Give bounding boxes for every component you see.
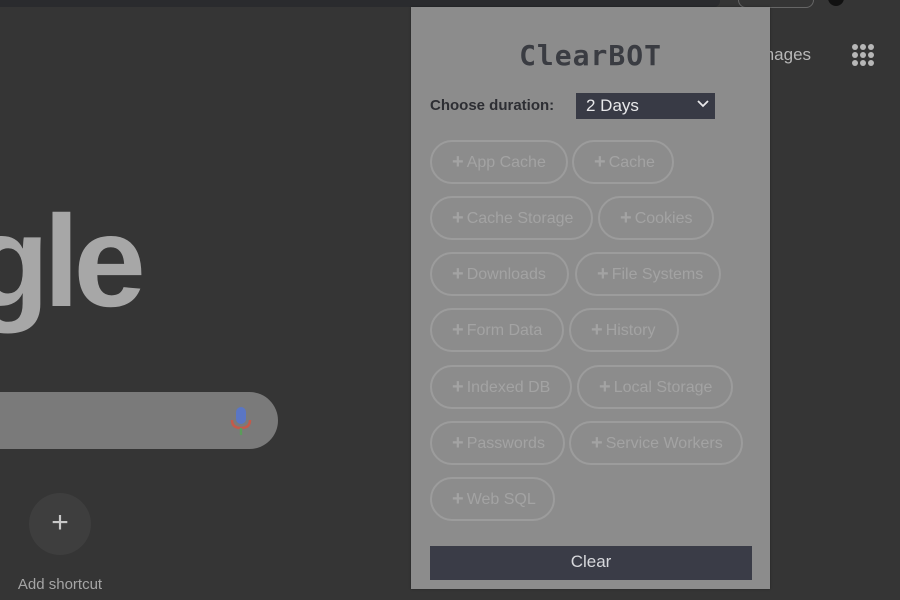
option-label: Cookies — [634, 210, 693, 227]
plus-icon: + — [452, 207, 464, 229]
option-cache[interactable]: + Cache — [572, 140, 674, 184]
plus-icon: + — [452, 432, 464, 454]
option-label: Service Workers — [605, 435, 723, 452]
option-local-storage[interactable]: + Local Storage — [577, 365, 733, 409]
plus-icon: + — [599, 376, 611, 398]
browser-top-strip — [0, 0, 720, 7]
option-form-data[interactable]: + Form Data — [430, 308, 564, 352]
clearbot-popup: ClearBOT Choose duration: 2 Days + App Ca… — [411, 7, 770, 589]
option-history[interactable]: + History — [569, 308, 679, 352]
option-label: Cache Storage — [466, 210, 574, 227]
option-label: App Cache — [466, 154, 546, 171]
plus-icon: + — [597, 263, 609, 285]
option-file-systems[interactable]: + File Systems — [575, 252, 721, 296]
option-label: Form Data — [466, 322, 543, 339]
duration-label: Choose duration: — [430, 97, 555, 114]
option-label: Web SQL — [466, 491, 536, 508]
option-indexed-db[interactable]: + Indexed DB — [430, 365, 572, 409]
chevron-down-icon — [697, 100, 709, 108]
add-shortcut-label: Add shortcut — [17, 576, 103, 593]
add-shortcut-button[interactable]: + — [29, 493, 91, 555]
option-app-cache[interactable]: + App Cache — [430, 140, 568, 184]
microphone-icon[interactable] — [229, 406, 253, 436]
option-label: File Systems — [611, 266, 704, 283]
duration-select[interactable]: 2 Days — [576, 93, 715, 119]
clear-button[interactable]: Clear — [430, 546, 752, 580]
plus-icon: + — [452, 263, 464, 285]
option-label: Local Storage — [613, 379, 713, 396]
plus-icon: + — [594, 151, 606, 173]
option-service-workers[interactable]: + Service Workers — [569, 421, 743, 465]
popup-title: ClearBOT — [519, 39, 662, 72]
option-downloads[interactable]: + Downloads — [430, 252, 569, 296]
option-web-sql[interactable]: + Web SQL — [430, 477, 555, 521]
apps-grid-icon[interactable] — [852, 44, 874, 66]
option-cache-storage[interactable]: + Cache Storage — [430, 196, 593, 240]
option-label: History — [605, 322, 656, 339]
plus-icon: + — [591, 319, 603, 341]
plus-icon: + — [452, 151, 464, 173]
option-passwords[interactable]: + Passwords — [430, 421, 565, 465]
option-cookies[interactable]: + Cookies — [598, 196, 714, 240]
plus-icon: + — [452, 488, 464, 510]
plus-icon: + — [452, 376, 464, 398]
avatar[interactable] — [828, 0, 844, 6]
plus-icon: + — [591, 432, 603, 454]
option-label: Passwords — [466, 435, 545, 452]
option-label: Downloads — [466, 266, 546, 283]
duration-value: 2 Days — [586, 96, 639, 115]
google-logo: gle — [0, 188, 146, 334]
option-label: Indexed DB — [466, 379, 551, 396]
plus-icon: + — [620, 207, 632, 229]
option-label: Cache — [608, 154, 655, 171]
plus-icon: + — [452, 319, 464, 341]
